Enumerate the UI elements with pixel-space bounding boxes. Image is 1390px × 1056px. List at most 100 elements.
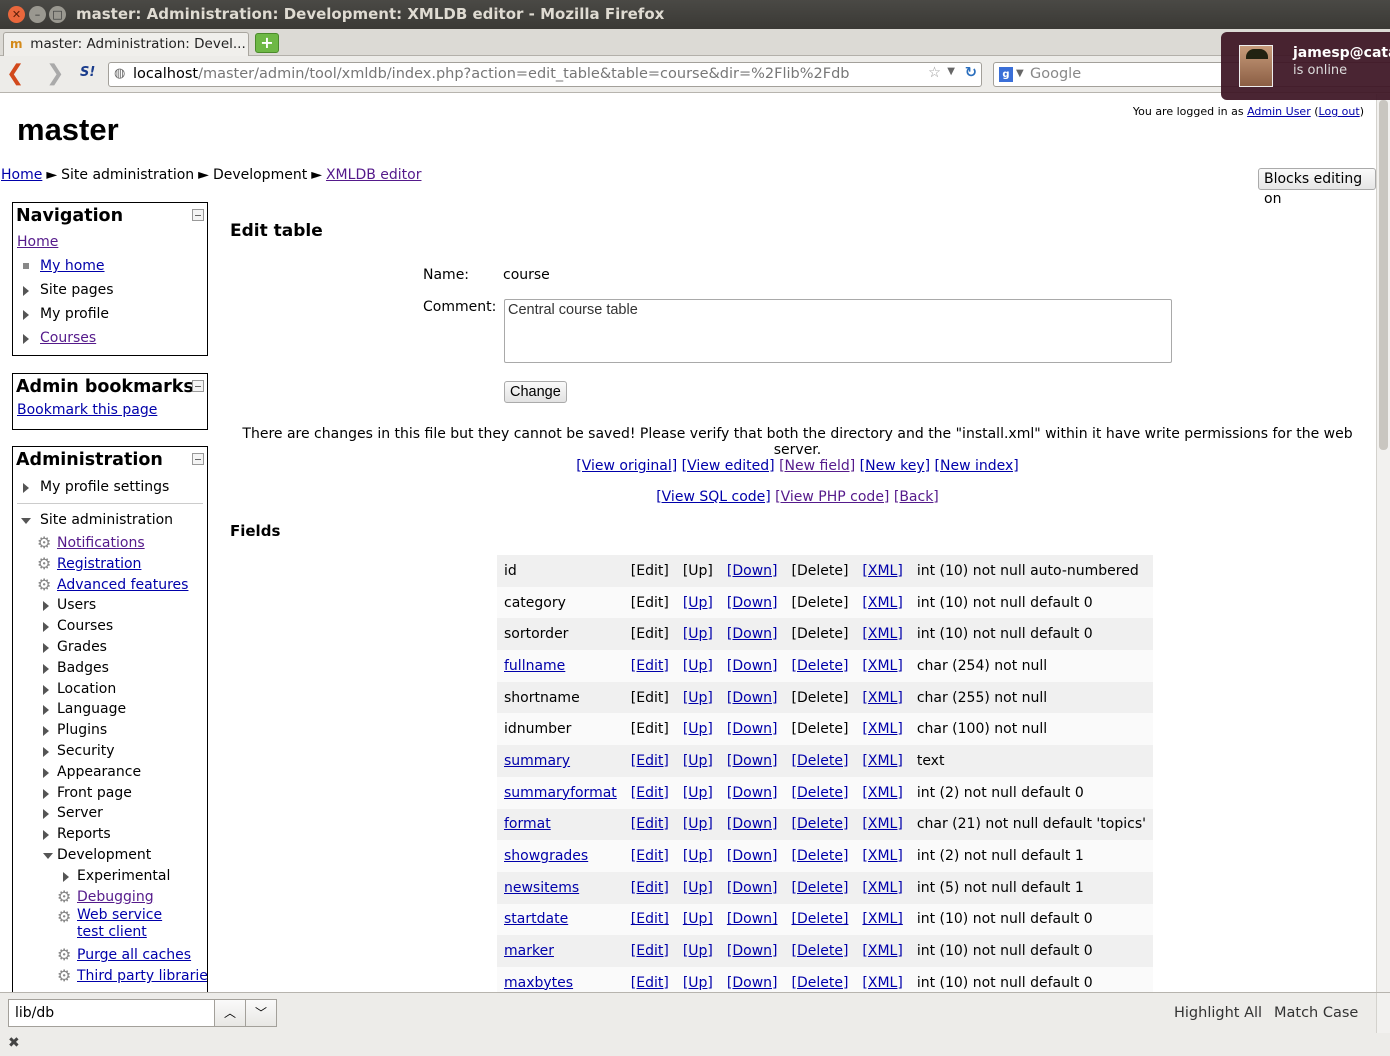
admin-tree-item[interactable]: Plugins xyxy=(17,720,207,741)
nav-courses[interactable]: Courses xyxy=(17,327,207,351)
close-icon[interactable]: ✖ xyxy=(8,1035,20,1051)
field-delete[interactable]: [Delete] xyxy=(791,943,848,959)
field-edit[interactable]: [Edit] xyxy=(631,816,669,832)
field-edit[interactable]: [Edit] xyxy=(631,943,669,959)
blocks-editing-button[interactable]: Blocks editing on xyxy=(1258,168,1376,207)
admin-tree-item[interactable]: Security xyxy=(17,741,207,762)
field-up[interactable]: [Up] xyxy=(683,721,713,737)
admin-tree-item[interactable]: ⚙ Third party libraries xyxy=(17,966,207,987)
field-down[interactable]: [Down] xyxy=(727,785,778,801)
admin-profile-settings[interactable]: My profile settings xyxy=(17,476,203,504)
nav-site-pages[interactable]: Site pages xyxy=(17,279,207,303)
nav-courses-link[interactable]: Courses xyxy=(40,330,96,346)
field-name[interactable]: maxbytes xyxy=(504,975,573,991)
admin-tree-item[interactable]: ⚙ Advanced features xyxy=(17,575,207,596)
admin-tree-item[interactable]: Badges xyxy=(17,658,207,679)
action-link[interactable]: [New index] xyxy=(935,458,1019,474)
admin-tree-item[interactable]: Users xyxy=(17,595,207,616)
admin-tree-label[interactable]: Web service test client xyxy=(77,907,192,941)
browser-tab[interactable]: m master: Administration: Devel... xyxy=(3,32,249,56)
field-xml[interactable]: [XML] xyxy=(862,911,902,927)
field-down[interactable]: [Down] xyxy=(727,595,778,611)
field-xml[interactable]: [XML] xyxy=(862,943,902,959)
field-down[interactable]: [Down] xyxy=(727,911,778,927)
field-delete[interactable]: [Delete] xyxy=(791,880,848,896)
field-name[interactable]: startdate xyxy=(504,911,568,927)
nav-home[interactable]: Home xyxy=(17,231,207,255)
field-up[interactable]: [Up] xyxy=(683,690,713,706)
action-link[interactable]: [View original] xyxy=(576,458,677,474)
change-button[interactable]: Change xyxy=(504,381,567,403)
field-xml[interactable]: [XML] xyxy=(862,753,902,769)
field-edit[interactable]: [Edit] xyxy=(631,658,669,674)
admin-tree-item[interactable]: Experimental xyxy=(17,866,207,887)
find-next-button[interactable]: ﹀ xyxy=(245,999,277,1027)
action-link[interactable]: [View PHP code] xyxy=(775,489,889,505)
field-edit[interactable]: [Edit] xyxy=(631,753,669,769)
field-xml[interactable]: [XML] xyxy=(862,848,902,864)
field-up[interactable]: [Up] xyxy=(683,975,713,991)
admin-tree-item[interactable]: Language xyxy=(17,699,207,720)
field-down[interactable]: [Down] xyxy=(727,721,778,737)
action-link[interactable]: [View edited] xyxy=(682,458,775,474)
reload-icon[interactable]: ↻ xyxy=(965,65,977,81)
field-edit[interactable]: [Edit] xyxy=(631,880,669,896)
field-edit[interactable]: [Edit] xyxy=(631,911,669,927)
bookmark-page-link[interactable]: Bookmark this page xyxy=(17,402,157,418)
back-button[interactable]: ❮ xyxy=(6,63,24,85)
nav-my-profile[interactable]: My profile xyxy=(17,303,207,327)
field-xml[interactable]: [XML] xyxy=(862,595,902,611)
admin-tree-item[interactable]: ⚙ Registration xyxy=(17,554,207,575)
field-down[interactable]: [Down] xyxy=(727,658,778,674)
logout-link[interactable]: Log out xyxy=(1319,105,1360,118)
field-name[interactable]: format xyxy=(504,816,551,832)
field-up[interactable]: [Up] xyxy=(683,658,713,674)
field-delete[interactable]: [Delete] xyxy=(791,753,848,769)
admin-tree-item[interactable]: ⚙ Purge all caches xyxy=(17,945,207,966)
field-delete[interactable]: [Delete] xyxy=(791,975,848,991)
field-name[interactable]: summaryformat xyxy=(504,785,617,801)
field-down[interactable]: [Down] xyxy=(727,848,778,864)
field-delete[interactable]: [Delete] xyxy=(791,848,848,864)
field-xml[interactable]: [XML] xyxy=(862,975,902,991)
comment-textarea[interactable]: Central course table xyxy=(504,299,1172,363)
field-name[interactable]: marker xyxy=(504,943,554,959)
find-input[interactable] xyxy=(8,999,215,1027)
admin-tree-label[interactable]: Debugging xyxy=(77,889,154,905)
field-up[interactable]: [Up] xyxy=(683,848,713,864)
field-up[interactable]: [Up] xyxy=(683,626,713,642)
field-down[interactable]: [Down] xyxy=(727,753,778,769)
addon-icon[interactable]: S! xyxy=(80,65,95,80)
field-down[interactable]: [Down] xyxy=(727,690,778,706)
field-name[interactable]: fullname xyxy=(504,658,565,674)
page-scrollbar[interactable] xyxy=(1376,94,1390,992)
match-case-button[interactable]: Match Case xyxy=(1274,1005,1358,1021)
collapse-icon[interactable] xyxy=(192,209,204,221)
field-edit[interactable]: [Edit] xyxy=(631,848,669,864)
window-maximize-button[interactable]: □ xyxy=(49,6,66,23)
admin-tree-item[interactable]: Appearance xyxy=(17,762,207,783)
action-link[interactable]: [View SQL code] xyxy=(656,489,771,505)
admin-tree-item[interactable]: ⚙ Web service test client xyxy=(17,907,207,945)
admin-tree-label[interactable]: Registration xyxy=(57,556,141,572)
admin-tree-label[interactable]: Notifications xyxy=(57,535,145,551)
admin-tree-item[interactable]: Server xyxy=(17,803,207,824)
field-edit[interactable]: [Edit] xyxy=(631,975,669,991)
field-delete[interactable]: [Delete] xyxy=(791,816,848,832)
field-down[interactable]: [Down] xyxy=(727,816,778,832)
nav-my-home-link[interactable]: My home xyxy=(40,258,105,274)
window-minimize-button[interactable]: – xyxy=(29,6,46,23)
new-tab-button[interactable]: + xyxy=(255,33,279,53)
admin-tree-item[interactable]: Location xyxy=(17,679,207,700)
field-up[interactable]: [Up] xyxy=(683,880,713,896)
search-engine-dropdown-icon[interactable]: ▼ xyxy=(1016,68,1024,79)
admin-tree-item[interactable]: ⚙ Notifications xyxy=(17,533,207,554)
field-name[interactable]: summary xyxy=(504,753,570,769)
admin-tree-item[interactable]: Reports xyxy=(17,824,207,845)
field-down[interactable]: [Down] xyxy=(727,626,778,642)
field-xml[interactable]: [XML] xyxy=(862,880,902,896)
field-xml[interactable]: [XML] xyxy=(862,658,902,674)
field-edit[interactable]: [Edit] xyxy=(631,785,669,801)
admin-site-administration[interactable]: Site administration xyxy=(17,509,207,533)
scrollbar-thumb[interactable] xyxy=(1379,100,1388,450)
